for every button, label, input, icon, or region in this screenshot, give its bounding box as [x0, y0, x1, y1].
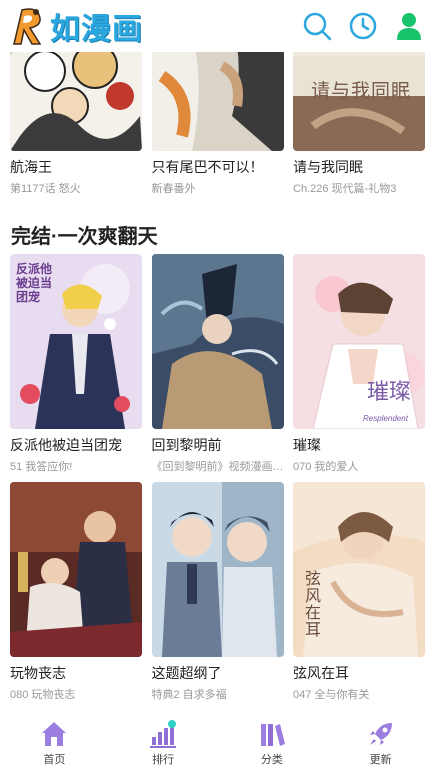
ranking-icon	[150, 719, 177, 748]
comic-latest-chapter: 第1177话 怒火	[10, 183, 81, 195]
comic-cover[interactable]: 弦风在耳	[293, 482, 425, 657]
comic-title: 玩物丧志	[10, 665, 66, 681]
search-icon	[303, 12, 332, 41]
comic-latest-chapter: Ch.226 现代篇-礼物3	[293, 183, 397, 195]
tab-ranking[interactable]: 排行	[123, 719, 203, 767]
cover-subtitle-art: Resplendent	[363, 414, 408, 423]
comic-cover[interactable]	[10, 482, 142, 657]
comic-latest-chapter: 《回到黎明前》视频漫画上线啦	[151, 461, 284, 473]
comic-title: 弦风在耳	[293, 665, 349, 681]
comic-card-out-of-syllabus[interactable]: 这题超纲了 特典2 自求多福	[151, 482, 284, 702]
history-button[interactable]	[347, 10, 379, 42]
app-header: 如漫画	[0, 0, 435, 52]
comic-row: 反派他被迫当团宠 反派他被迫当团宠 51 我答应你! 回到黎明前 《回到黎明前》…	[10, 254, 425, 474]
comic-cover[interactable]	[151, 482, 284, 657]
comic-row: 玩物丧志 080 玩物丧志 这题超纲了 特典2 自求多福 弦风在耳 弦风在耳 0…	[10, 482, 425, 702]
profile-button[interactable]	[393, 10, 425, 42]
comic-latest-chapter: 080 玩物丧志	[10, 689, 76, 701]
tab-label: 更新	[369, 753, 392, 766]
comic-title: 航海王	[10, 159, 52, 175]
comic-cover[interactable]: 璀璨 Resplendent	[293, 254, 425, 429]
tab-label: 首页	[43, 753, 66, 766]
cover-title-art: 璀璨	[367, 380, 412, 405]
cover-title-art: 反派他被迫当团宠	[16, 262, 53, 304]
comic-latest-chapter: 070 我的爱人	[293, 461, 359, 473]
comic-title: 只有尾巴不可以！	[151, 159, 264, 175]
comic-latest-chapter: 047 全与你有关	[293, 689, 370, 701]
comic-title: 回到黎明前	[151, 437, 222, 453]
search-button[interactable]	[301, 10, 333, 42]
comic-title: 请与我同眠	[293, 159, 363, 175]
comic-card-resplendent[interactable]: 璀璨 Resplendent 璀璨 070 我的爱人	[293, 254, 425, 474]
logo-mark-icon	[13, 8, 42, 45]
comic-card-plaything[interactable]: 玩物丧志 080 玩物丧志	[10, 482, 142, 702]
user-icon	[397, 13, 421, 40]
comic-cover[interactable]: 反派他被迫当团宠	[10, 254, 142, 429]
comic-cover[interactable]	[151, 254, 284, 429]
comic-latest-chapter: 51 我答应你!	[10, 461, 73, 473]
tab-category[interactable]: 分类	[232, 719, 312, 767]
cover-title-art: 请与我同眠	[311, 80, 412, 102]
comic-card-wind-in-ear[interactable]: 弦风在耳 弦风在耳 047 全与你有关	[293, 482, 425, 702]
tab-label: 排行	[152, 753, 175, 766]
comic-title: 璀璨	[293, 437, 321, 453]
cover-title-art: 弦风在耳	[305, 569, 322, 639]
history-icon	[349, 12, 377, 40]
header-actions	[301, 10, 425, 42]
category-icon	[260, 723, 285, 746]
section-title: 完结·一次爽翻天	[11, 226, 158, 248]
comic-card-before-dawn[interactable]: 回到黎明前 《回到黎明前》视频漫画上线啦	[151, 254, 284, 474]
bottom-tab-bar: 首页 排行 分类 更新	[0, 712, 435, 773]
tab-home[interactable]: 首页	[14, 719, 94, 767]
comic-latest-chapter: 特典2 自求多福	[151, 689, 227, 701]
home-icon	[42, 721, 67, 746]
main-content[interactable]: 航海王 第1177话 怒火 只有尾巴不可以！ 新春番外 请与我同眠 请与我同眠 …	[0, 0, 435, 712]
comic-latest-chapter: 新春番外	[151, 183, 196, 195]
logo-text: 如漫画	[50, 12, 143, 47]
comic-card-villain[interactable]: 反派他被迫当团宠 反派他被迫当团宠 51 我答应你!	[10, 254, 142, 474]
comic-title: 反派他被迫当团宠	[10, 437, 122, 453]
comic-title: 这题超纲了	[151, 665, 222, 681]
rocket-icon	[369, 722, 392, 745]
app-logo[interactable]: 如漫画	[8, 4, 143, 48]
tab-label: 分类	[260, 753, 283, 766]
tab-updates[interactable]: 更新	[341, 719, 421, 767]
